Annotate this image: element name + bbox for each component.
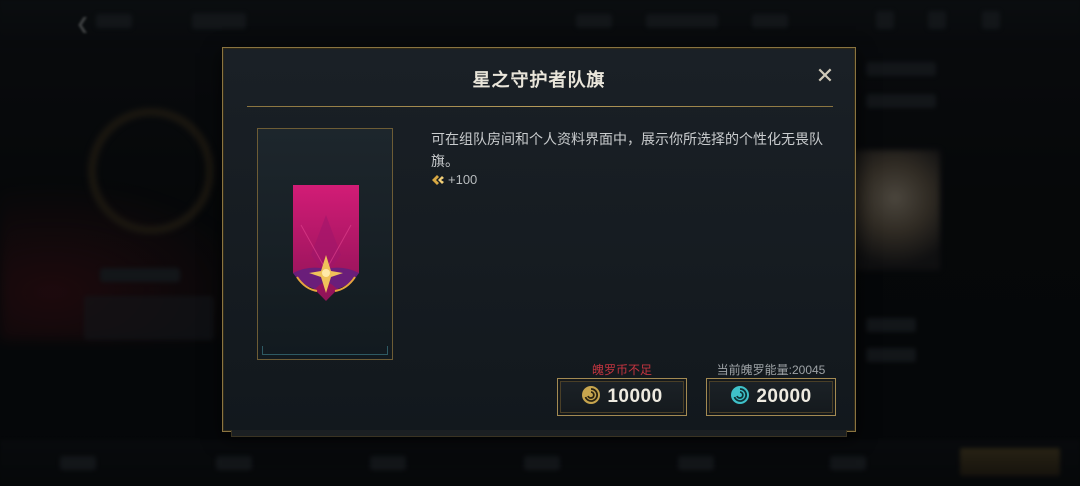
coin-icon: [581, 385, 601, 410]
banner-preview: [257, 128, 393, 360]
insufficient-coins-warning: 魄罗币不足: [591, 363, 652, 377]
dialog-title: 星之守护者队旗: [472, 70, 606, 90]
buy-with-coin-button[interactable]: 10000: [557, 378, 687, 416]
current-energy-label: 当前魄罗能量:20045: [716, 363, 826, 377]
close-icon[interactable]: ✕: [815, 65, 835, 87]
title-divider: [247, 106, 833, 107]
buy-with-energy-button[interactable]: 20000: [706, 378, 836, 416]
reward-value: +100: [448, 172, 478, 187]
energy-icon: [730, 385, 750, 410]
item-description: 可在组队房间和个人资料界面中，展示你所选择的个性化无畏队旗。: [431, 131, 823, 169]
dialog-base: [231, 430, 847, 437]
coin-price: 10000: [607, 386, 663, 407]
banner-image: [293, 185, 359, 301]
preview-frame-decor: [262, 346, 388, 355]
reward-row: +100: [431, 172, 477, 187]
purchase-dialog: 星之守护者队旗 ✕ 可在组队房间和个人资料界面中，展示你所选择的个性化无畏队旗。: [222, 47, 856, 437]
honor-icon: [431, 173, 445, 187]
energy-price: 20000: [756, 386, 812, 407]
